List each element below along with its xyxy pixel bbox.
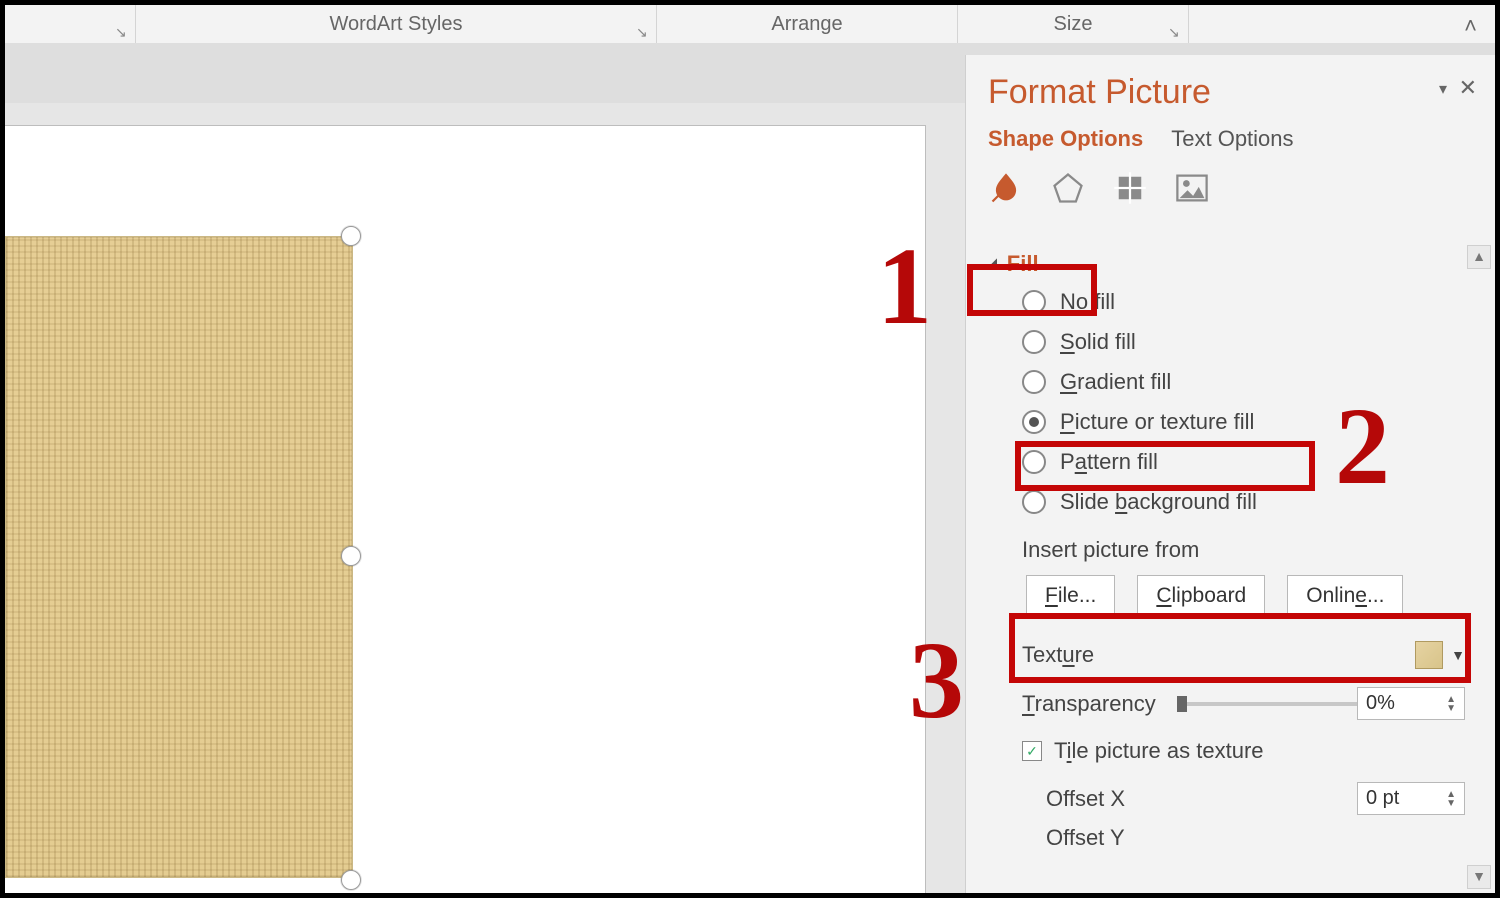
spinner-icon[interactable]: ▲▼ [1446, 695, 1456, 713]
transparency-value[interactable]: 0% ▲▼ [1357, 687, 1465, 720]
radio-label: Slide background fill [1060, 489, 1257, 515]
radio-label: Gradient fill [1060, 369, 1171, 395]
ribbon-group-arrange[interactable]: Arrange [657, 5, 958, 43]
scroll-up-icon[interactable]: ▲ [1467, 245, 1491, 269]
radio-solid-fill[interactable]: Solid fill [1022, 329, 1495, 355]
collapse-ribbon-icon[interactable]: ˄ [1464, 13, 1477, 39]
scroll-down-icon[interactable]: ▼ [1467, 865, 1491, 889]
dialog-launcher-icon[interactable]: ↘ [1168, 25, 1182, 39]
ribbon-groups-row: ↘ WordArt Styles ↘ Arrange Size ↘ ˄ [5, 5, 1495, 44]
offset-x-row: Offset X 0 pt ▲▼ [966, 764, 1495, 815]
pane-tabs: Shape Options Text Options [966, 118, 1495, 164]
annotation-number-2: 2 [1335, 383, 1390, 510]
group-label: Arrange [771, 13, 842, 36]
insert-picture-from-label: Insert picture from [966, 515, 1495, 571]
file-button[interactable]: File... [1026, 575, 1115, 617]
ribbon-group-size[interactable]: Size ↘ [958, 5, 1189, 43]
effects-icon[interactable] [1050, 170, 1086, 206]
radio-gradient-fill[interactable]: Gradient fill [1022, 369, 1495, 395]
resize-handle[interactable] [341, 870, 361, 890]
dialog-launcher-icon[interactable]: ↘ [636, 25, 650, 39]
pane-category-icons [966, 164, 1495, 220]
offset-y-label: Offset Y [1022, 825, 1465, 851]
resize-handle[interactable] [341, 226, 361, 246]
dialog-launcher-icon[interactable]: ↘ [115, 25, 129, 39]
resize-handle[interactable] [341, 546, 361, 566]
online-button[interactable]: Online... [1287, 575, 1403, 617]
annotation-number-1: 1 [877, 223, 932, 350]
slider-thumb[interactable] [1177, 696, 1187, 712]
selected-shape[interactable] [5, 236, 353, 878]
size-properties-icon[interactable] [1112, 170, 1148, 206]
annotation-box-3 [1009, 613, 1471, 683]
checkbox-icon[interactable]: ✓ [1022, 741, 1042, 761]
offset-y-row: Offset Y [966, 815, 1495, 851]
offset-x-value[interactable]: 0 pt ▲▼ [1357, 782, 1465, 815]
group-label: Size [1054, 13, 1093, 36]
offset-x-label: Offset X [1022, 786, 1357, 812]
annotation-number-3: 3 [909, 617, 964, 744]
annotation-box-1 [967, 264, 1097, 316]
close-icon[interactable]: ✕ [1459, 75, 1477, 101]
ribbon-group-blank: ↘ [5, 5, 136, 43]
radio-picture-texture-fill[interactable]: Picture or texture fill [1022, 409, 1495, 435]
ribbon-group-wordart[interactable]: WordArt Styles ↘ [136, 5, 657, 43]
pane-title: Format Picture [966, 55, 1495, 118]
clipboard-button[interactable]: Clipboard [1137, 575, 1265, 617]
transparency-label: Transparency [1022, 691, 1163, 717]
group-label: WordArt Styles [330, 13, 463, 36]
radio-label: Solid fill [1060, 329, 1136, 355]
fill-line-icon[interactable] [988, 170, 1024, 206]
transparency-slider[interactable] [1177, 702, 1357, 706]
spinner-icon[interactable]: ▲▼ [1446, 790, 1456, 808]
checkbox-label: Tile picture as texture [1054, 738, 1264, 764]
slide-canvas[interactable] [5, 125, 926, 893]
annotation-box-2 [1015, 441, 1315, 491]
tab-text-options[interactable]: Text Options [1171, 126, 1293, 152]
picture-icon[interactable] [1174, 170, 1210, 206]
pane-options-icon[interactable]: ▾ [1439, 79, 1447, 99]
radio-slide-background-fill[interactable]: Slide background fill [1022, 489, 1495, 515]
pane-scrollbar[interactable]: ▲ ▼ [1467, 245, 1491, 889]
tab-shape-options[interactable]: Shape Options [988, 126, 1143, 152]
tile-checkbox-row[interactable]: ✓ Tile picture as texture [966, 720, 1495, 764]
pane-scroll-region: ◢ Fill No fill Solid fill Gradient fill [966, 245, 1495, 893]
radio-label: Picture or texture fill [1060, 409, 1254, 435]
